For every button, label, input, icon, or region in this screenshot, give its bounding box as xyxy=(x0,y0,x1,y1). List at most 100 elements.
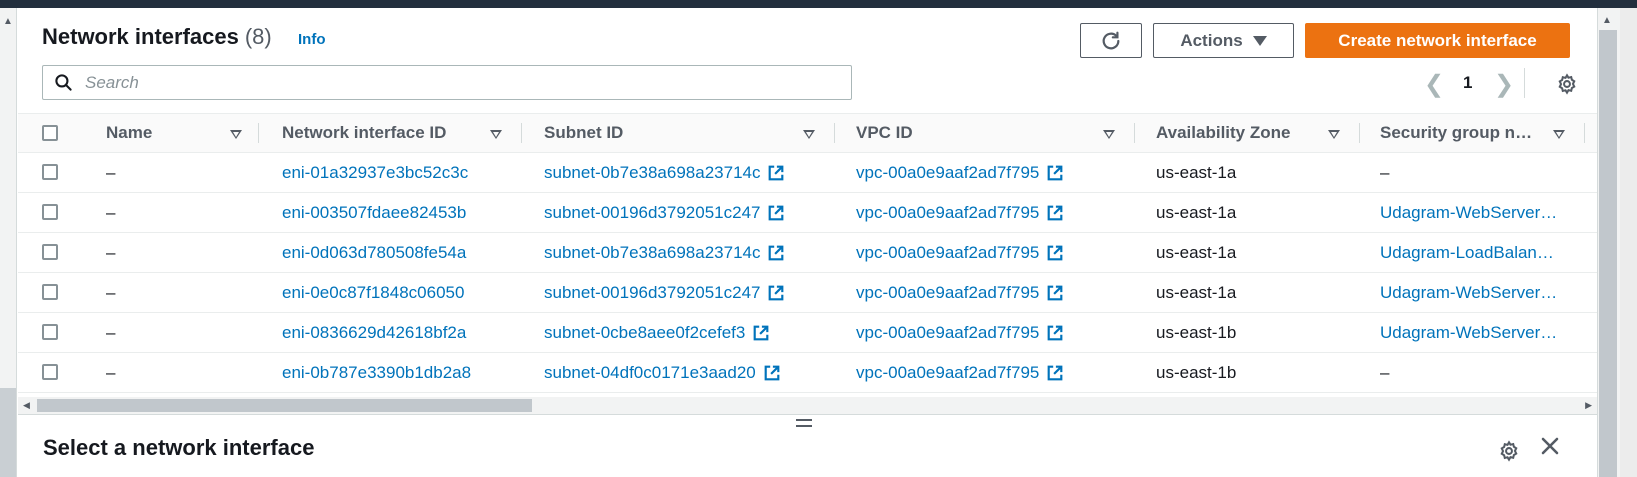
external-link-icon[interactable] xyxy=(1046,164,1064,182)
horizontal-scrollbar-thumb[interactable] xyxy=(37,399,532,412)
subnet-id-link[interactable]: subnet-0b7e38a698a23714c xyxy=(544,243,760,263)
sort-icon[interactable] xyxy=(230,130,242,139)
external-link-icon[interactable] xyxy=(752,324,770,342)
actions-dropdown-button[interactable]: Actions xyxy=(1153,23,1294,58)
cell-network-interface-id[interactable]: eni-0836629d42618bf2a xyxy=(282,313,466,352)
cell-security-group-names[interactable]: Udagram-WebServer… xyxy=(1380,193,1557,232)
scroll-up-arrow-icon[interactable]: ▲ xyxy=(1602,15,1612,26)
page-title-text: Network interfaces xyxy=(42,24,239,49)
left-scrollbar[interactable]: ▲ xyxy=(0,8,17,477)
column-header-availability-zone[interactable]: Availability Zone xyxy=(1156,114,1290,152)
vpc-id-link[interactable]: vpc-00a0e9aaf2ad7f795 xyxy=(856,243,1039,263)
column-header-security-group-names[interactable]: Security group n… xyxy=(1380,114,1532,152)
cell-network-interface-id[interactable]: eni-01a32937e3bc52c3c xyxy=(282,153,468,192)
horizontal-scrollbar[interactable]: ◀ ▶ xyxy=(18,397,1597,414)
subnet-id-link[interactable]: subnet-0cbe8aee0f2cefef3 xyxy=(544,323,745,343)
scroll-left-arrow-icon[interactable]: ◀ xyxy=(23,400,30,411)
sort-icon[interactable] xyxy=(490,130,502,139)
external-link-icon[interactable] xyxy=(1046,244,1064,262)
scroll-right-arrow-icon[interactable]: ▶ xyxy=(1585,400,1592,411)
table-row[interactable]: – eni-0d063d780508fe54a subnet-0b7e38a698a… xyxy=(18,233,1597,273)
cell-network-interface-id[interactable]: eni-003507fdaee82453b xyxy=(282,193,466,232)
settings-icon[interactable] xyxy=(1556,73,1578,95)
cell-network-interface-id[interactable]: eni-0e0c87f1848c06050 xyxy=(282,273,464,312)
row-checkbox[interactable] xyxy=(42,164,58,180)
column-divider[interactable] xyxy=(258,123,259,143)
row-checkbox[interactable] xyxy=(42,364,58,380)
subnet-id-link[interactable]: subnet-00196d3792051c247 xyxy=(544,203,760,223)
page-scrollbar-track[interactable] xyxy=(1620,8,1637,477)
external-link-icon[interactable] xyxy=(767,164,785,182)
table-row[interactable]: – eni-0b787e3390b1db2a8 subnet-04df0c0171e… xyxy=(18,353,1597,393)
subnet-id-link[interactable]: subnet-00196d3792051c247 xyxy=(544,283,760,303)
subnet-id-link[interactable]: subnet-04df0c0171e3aad20 xyxy=(544,363,756,383)
column-header-vpc-id[interactable]: VPC ID xyxy=(856,114,913,152)
close-icon[interactable] xyxy=(1540,436,1560,456)
vpc-id-link[interactable]: vpc-00a0e9aaf2ad7f795 xyxy=(856,163,1039,183)
cell-security-group-names[interactable]: Udagram-WebServer… xyxy=(1380,273,1557,312)
sort-icon[interactable] xyxy=(1103,130,1115,139)
external-link-icon[interactable] xyxy=(767,204,785,222)
table-row[interactable]: – eni-01a32937e3bc52c3c subnet-0b7e38a698a… xyxy=(18,153,1597,193)
current-page-number[interactable]: 1 xyxy=(1463,73,1472,93)
row-checkbox[interactable] xyxy=(42,204,58,220)
sort-icon[interactable] xyxy=(1553,130,1565,139)
external-link-icon[interactable] xyxy=(763,364,781,382)
subnet-id-link[interactable]: subnet-0b7e38a698a23714c xyxy=(544,163,760,183)
search-bar[interactable] xyxy=(42,65,852,100)
column-divider[interactable] xyxy=(1134,123,1135,143)
cell-network-interface-id[interactable]: eni-0b787e3390b1db2a8 xyxy=(282,353,471,392)
table-row[interactable]: – eni-003507fdaee82453b subnet-00196d37920… xyxy=(18,193,1597,233)
chevron-right-icon[interactable]: ❯ xyxy=(1494,70,1514,99)
column-divider[interactable] xyxy=(1359,123,1360,143)
vpc-id-link[interactable]: vpc-00a0e9aaf2ad7f795 xyxy=(856,203,1039,223)
refresh-button[interactable] xyxy=(1080,23,1142,58)
external-link-icon[interactable] xyxy=(1046,364,1064,382)
cell-vpc-id: vpc-00a0e9aaf2ad7f795 xyxy=(856,273,1064,312)
row-checkbox[interactable] xyxy=(42,324,58,340)
cell-vpc-id: vpc-00a0e9aaf2ad7f795 xyxy=(856,233,1064,272)
select-all-checkbox[interactable] xyxy=(42,125,58,141)
cell-vpc-id: vpc-00a0e9aaf2ad7f795 xyxy=(856,353,1064,392)
cell-security-group-names: – xyxy=(1380,362,1390,382)
external-link-icon[interactable] xyxy=(1046,284,1064,302)
create-network-interface-button[interactable]: Create network interface xyxy=(1305,23,1570,58)
external-link-icon[interactable] xyxy=(1046,324,1064,342)
vpc-id-link[interactable]: vpc-00a0e9aaf2ad7f795 xyxy=(856,323,1039,343)
cell-name: – xyxy=(106,322,116,342)
settings-icon[interactable] xyxy=(1498,440,1520,462)
column-divider[interactable] xyxy=(1584,123,1585,143)
column-header-network-interface-id[interactable]: Network interface ID xyxy=(282,114,446,152)
vpc-id-link[interactable]: vpc-00a0e9aaf2ad7f795 xyxy=(856,283,1039,303)
external-link-icon[interactable] xyxy=(767,244,785,262)
left-scrollbar-thumb[interactable] xyxy=(0,388,16,477)
cell-network-interface-id[interactable]: eni-0d063d780508fe54a xyxy=(282,233,466,272)
cell-security-group-names[interactable]: Udagram-LoadBalan… xyxy=(1380,233,1554,272)
column-divider[interactable] xyxy=(834,123,835,143)
sort-icon[interactable] xyxy=(1328,130,1340,139)
info-link[interactable]: Info xyxy=(298,31,326,48)
column-header-subnet-id[interactable]: Subnet ID xyxy=(544,114,623,152)
vpc-id-link[interactable]: vpc-00a0e9aaf2ad7f795 xyxy=(856,363,1039,383)
row-checkbox[interactable] xyxy=(42,284,58,300)
column-divider[interactable] xyxy=(521,123,522,143)
chevron-left-icon[interactable]: ❮ xyxy=(1424,70,1444,99)
drag-handle-icon[interactable] xyxy=(796,419,812,431)
external-link-icon[interactable] xyxy=(767,284,785,302)
table-row[interactable]: – eni-0e0c87f1848c06050 subnet-00196d37920… xyxy=(18,273,1597,313)
table-row[interactable]: – eni-0836629d42618bf2a subnet-0cbe8aee0f2… xyxy=(18,313,1597,353)
right-scrollbar[interactable]: ▲ xyxy=(1597,8,1637,477)
item-count: (8) xyxy=(244,24,272,49)
right-scrollbar-thumb[interactable] xyxy=(1599,30,1617,477)
external-link-icon[interactable] xyxy=(1046,204,1064,222)
sort-icon[interactable] xyxy=(803,130,815,139)
cell-name: – xyxy=(106,282,116,302)
search-input[interactable] xyxy=(83,71,807,94)
cell-security-group-names: – xyxy=(1380,162,1390,182)
row-checkbox[interactable] xyxy=(42,244,58,260)
cell-security-group-names[interactable]: Udagram-WebServer… xyxy=(1380,313,1557,352)
column-header-name[interactable]: Name xyxy=(106,114,152,152)
table-header: Name Network interface ID Subnet ID VPC … xyxy=(18,113,1597,153)
cell-subnet-id: subnet-0cbe8aee0f2cefef3 xyxy=(544,313,770,352)
scroll-up-arrow-icon[interactable]: ▲ xyxy=(3,17,13,27)
